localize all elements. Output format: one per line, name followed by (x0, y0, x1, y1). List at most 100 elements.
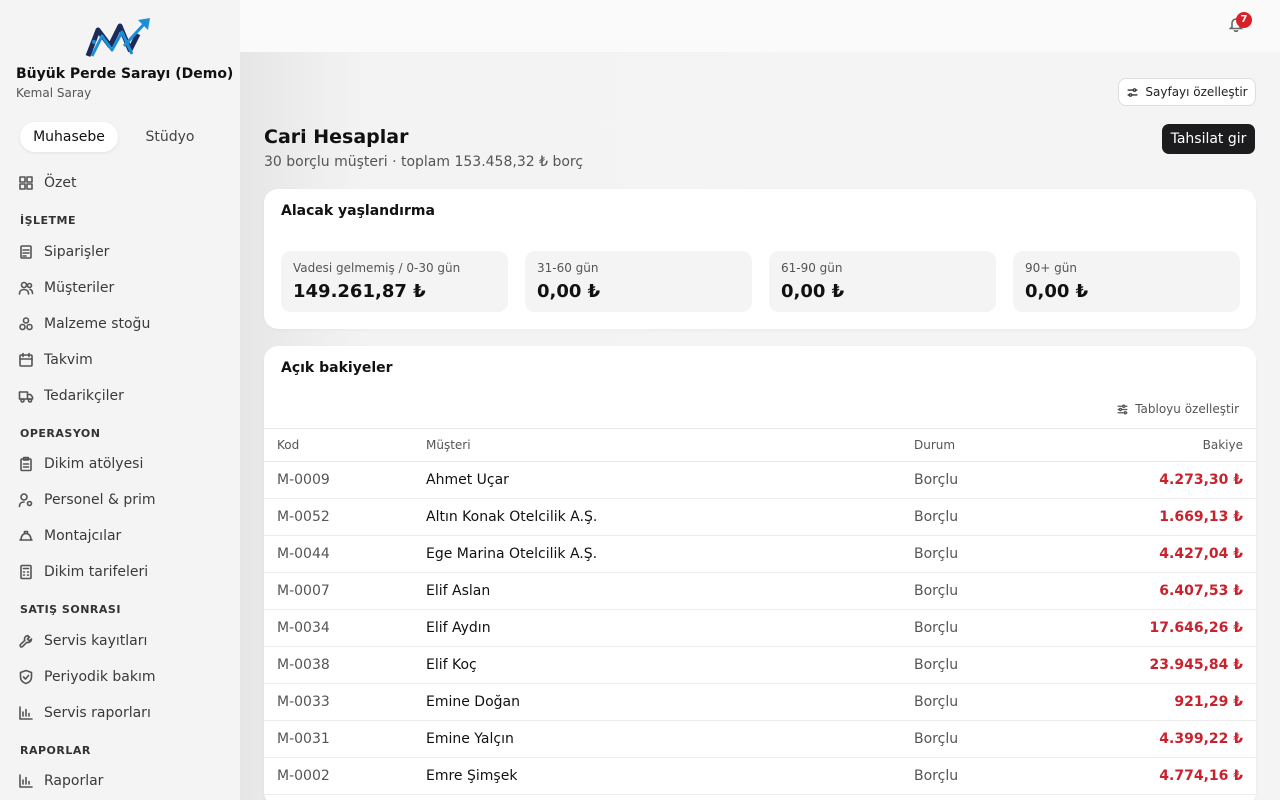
tab-muhasebe[interactable]: Muhasebe (20, 122, 118, 152)
calculator-icon (20, 564, 32, 580)
row-balance: 4.399,22 ₺ (1159, 731, 1243, 747)
row-code: M-0038 (277, 657, 330, 673)
sidebar-item-tedarikciler[interactable]: Tedarikçiler (18, 384, 124, 408)
bar-chart-icon (19, 774, 33, 788)
table-row[interactable]: M-0038 Elif Koç Borçlu 23.945,84 ₺ (264, 647, 1256, 684)
row-balance: 4.427,04 ₺ (1159, 546, 1243, 562)
row-code: M-0044 (277, 546, 330, 562)
sliders-icon (1128, 87, 1138, 97)
row-balance: 1.669,13 ₺ (1159, 509, 1243, 525)
sidebar-item-servis-raporlari[interactable]: Servis raporları (18, 701, 151, 725)
sidebar-item-label: Dikim atölyesi (44, 456, 144, 472)
sidebar-item-label: Raporlar (44, 773, 104, 789)
customize-page-button[interactable]: Sayfayı özelleştir (1118, 78, 1256, 106)
sidebar-item-takvim[interactable]: Takvim (18, 348, 93, 372)
receivables-aging-card: Alacak yaşlandırma Vadesi gelmemiş / 0-3… (264, 189, 1256, 329)
nav-section-heading: OPERASYON (20, 427, 101, 440)
nav-section-heading: SATIŞ SONRASI (20, 603, 121, 616)
nav-section-heading: İŞLETME (20, 214, 77, 227)
row-status: Borçlu (914, 620, 959, 636)
aging-tile-label: 61-90 gün (781, 261, 843, 275)
table-row[interactable]: M-0009 Ahmet Uçar Borçlu 4.273,30 ₺ (264, 462, 1256, 499)
row-customer: Elif Aslan (426, 583, 491, 599)
open-balances-card: Açık bakiyeler Tabloyu özelleştir Kod Mü… (264, 346, 1256, 800)
aging-tile-label: 31-60 gün (537, 261, 599, 275)
column-header-code[interactable]: Kod (277, 438, 299, 452)
company-logo[interactable] (84, 16, 154, 62)
column-header-balance[interactable]: Bakiye (1203, 438, 1243, 452)
page-subtitle: 30 borçlu müşteri · toplam 153.458,32 ₺ … (264, 154, 584, 170)
row-code: M-0052 (277, 509, 330, 525)
row-customer: Altın Konak Otelcilik A.Ş. (426, 509, 598, 525)
row-status: Borçlu (914, 472, 959, 488)
row-status: Borçlu (914, 731, 959, 747)
row-code: M-0007 (277, 583, 330, 599)
row-customer: Elif Aydın (426, 620, 491, 636)
sidebar-item-label: Özet (44, 175, 77, 191)
table-header: Kod Müşteri Durum Bakiye (264, 428, 1256, 462)
sidebar-item-label: Tedarikçiler (44, 388, 124, 404)
column-header-status[interactable]: Durum (914, 438, 955, 452)
sidebar-item-bakim[interactable]: Periyodik bakım (18, 665, 156, 689)
table-row[interactable]: M-0052 Altın Konak Otelcilik A.Ş. Borçlu… (264, 499, 1256, 536)
table-row[interactable]: M-0034 Elif Aydın Borçlu 17.646,26 ₺ (264, 610, 1256, 647)
aging-tile-value: 0,00 ₺ (781, 281, 845, 302)
sidebar-item-siparisler[interactable]: Siparişler (18, 240, 109, 264)
sidebar-item-personel[interactable]: Personel & prim (18, 488, 156, 512)
boxes-icon (19, 317, 33, 331)
row-status: Borçlu (914, 509, 959, 525)
row-balance: 4.273,30 ₺ (1159, 472, 1243, 488)
sidebar-item-tarifeler[interactable]: Dikim tarifeleri (18, 560, 148, 584)
row-customer: Emine Yalçın (426, 731, 514, 747)
sidebar-item-label: Takvim (44, 352, 93, 368)
truck-icon (18, 391, 34, 403)
clipboard-icon (20, 456, 32, 472)
sidebar-item-montajcilar[interactable]: Montajcılar (18, 524, 121, 548)
table-row[interactable]: M-0044 Ege Marina Otelcilik A.Ş. Borçlu … (264, 536, 1256, 573)
top-bar (240, 0, 1280, 52)
table-row[interactable]: M-0007 Elif Aslan Borçlu 6.407,53 ₺ (264, 573, 1256, 610)
sidebar-item-label: Müşteriler (44, 280, 115, 296)
card-title: Alacak yaşlandırma (281, 203, 435, 219)
row-customer: Emre Şimşek (426, 768, 518, 784)
sidebar-item-label: Montajcılar (44, 528, 122, 544)
sidebar-item-malzeme[interactable]: Malzeme stoğu (18, 312, 150, 336)
aging-tile: 61-90 gün 0,00 ₺ (769, 251, 996, 312)
sidebar-item-dikim[interactable]: Dikim atölyesi (18, 452, 143, 476)
row-status: Borçlu (914, 583, 959, 599)
card-title: Açık bakiyeler (281, 360, 393, 376)
sidebar-item-label: Personel & prim (44, 492, 156, 508)
row-code: M-0002 (277, 768, 330, 784)
sidebar-item-musteriler[interactable]: Müşteriler (18, 276, 114, 300)
sliders-icon (1117, 404, 1128, 414)
row-balance: 921,29 ₺ (1174, 694, 1243, 710)
tab-studyo[interactable]: Stüdyo (124, 122, 216, 152)
sidebar-item-servis[interactable]: Servis kayıtları (18, 629, 147, 653)
shield-check-icon (19, 669, 33, 685)
organization-name: Büyük Perde Sarayı (Demo) (16, 66, 234, 82)
row-status: Borçlu (914, 546, 959, 562)
row-code: M-0009 (277, 472, 330, 488)
customize-table-button[interactable]: Tabloyu özelleştir (1116, 402, 1239, 416)
row-balance: 6.407,53 ₺ (1159, 583, 1243, 599)
page-title: Cari Hesaplar (264, 126, 409, 148)
nav-section-heading: RAPORLAR (20, 744, 91, 757)
table-row[interactable]: M-0002 Emre Şimşek Borçlu 4.774,16 ₺ (264, 758, 1256, 795)
aging-tile: 31-60 gün 0,00 ₺ (525, 251, 752, 312)
enter-payment-button[interactable]: Tahsilat gir (1162, 124, 1255, 154)
aging-tile: 90+ gün 0,00 ₺ (1013, 251, 1240, 312)
notification-count-badge: 7 (1236, 12, 1252, 28)
table-row[interactable]: M-0033 Emine Doğan Borçlu 921,29 ₺ (264, 684, 1256, 721)
column-header-customer[interactable]: Müşteri (426, 438, 471, 452)
aging-tile-value: 0,00 ₺ (1025, 281, 1089, 302)
sidebar-item-ozet[interactable]: Özet (18, 171, 76, 195)
sidebar-item-label: Siparişler (44, 244, 110, 260)
row-status: Borçlu (914, 768, 959, 784)
customize-page-label: Sayfayı özelleştir (1145, 85, 1248, 99)
hard-hat-icon (19, 530, 33, 541)
aging-tile-value: 0,00 ₺ (537, 281, 601, 302)
table-row[interactable]: M-0031 Emine Yalçın Borçlu 4.399,22 ₺ (264, 721, 1256, 758)
sidebar-item-label: Servis raporları (44, 705, 151, 721)
row-code: M-0033 (277, 694, 330, 710)
sidebar-item-raporlar[interactable]: Raporlar (18, 769, 103, 793)
